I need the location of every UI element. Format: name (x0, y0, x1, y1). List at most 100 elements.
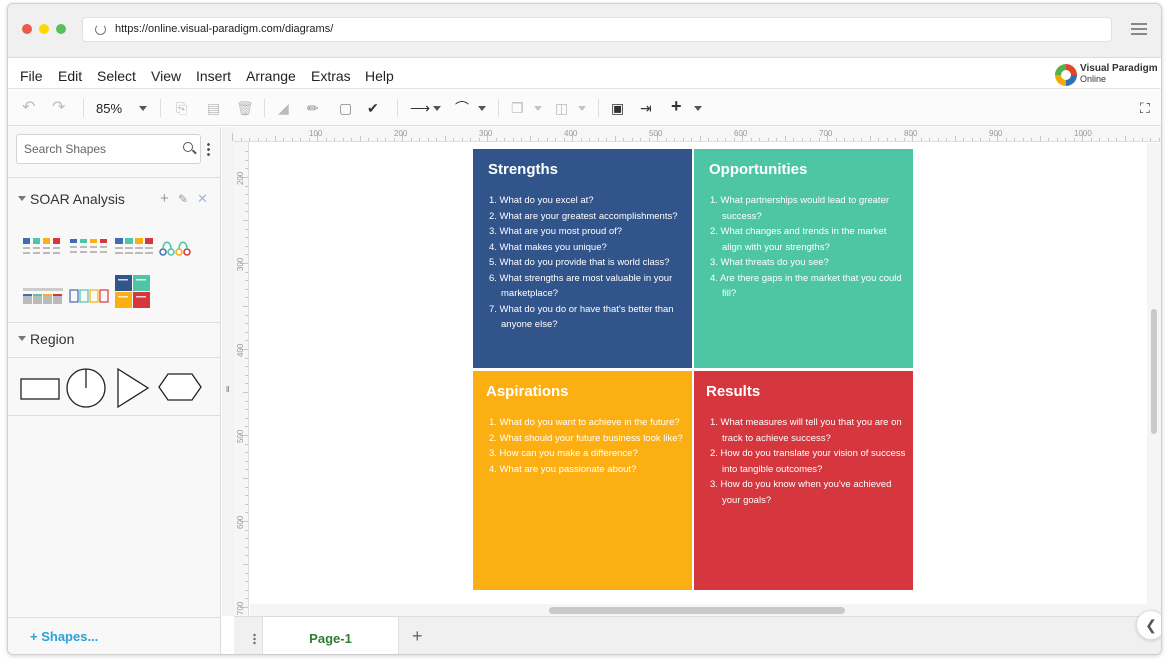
more-shapes-button[interactable]: + Shapes... (30, 629, 98, 644)
ruler-tick (461, 138, 463, 141)
ruler-tick (521, 138, 522, 141)
ruler-tick (283, 138, 284, 141)
ruler-tick (257, 138, 259, 141)
ruler-tick (245, 314, 248, 316)
ruler-tick (1150, 138, 1151, 141)
paste-icon[interactable]: ▤ (207, 100, 220, 116)
menu-arrange[interactable]: Arrange (246, 68, 296, 84)
collapse-triangle-icon[interactable] (18, 196, 26, 201)
insert-icon[interactable]: + (671, 97, 682, 115)
menu-help[interactable]: Help (365, 68, 394, 84)
circle-region-shape[interactable] (65, 367, 107, 411)
menu-view[interactable]: View (151, 68, 181, 84)
soar-template-thumb-3[interactable] (114, 234, 154, 260)
ruler-tick (835, 138, 837, 141)
format-painter-icon[interactable]: ✔ (367, 100, 379, 116)
menu-insert[interactable]: Insert (196, 68, 231, 84)
ruler-tick (776, 138, 777, 141)
section-title[interactable]: Region (30, 331, 74, 347)
question-item: 3. How do you know when you've achieved … (710, 479, 892, 506)
soar-template-thumb-7[interactable] (114, 274, 154, 310)
menu-extras[interactable]: Extras (311, 68, 351, 84)
horizontal-scroll-thumb[interactable] (549, 607, 845, 614)
section-soar-analysis[interactable]: SOAR Analysis + ✎ ✕ (8, 184, 221, 214)
ruler-tick (750, 138, 752, 141)
splitter-grip-icon[interactable]: ‖ (226, 385, 229, 394)
panel-splitter[interactable]: ‖ (222, 127, 234, 616)
ruler-tick (385, 138, 386, 141)
page-tab[interactable]: Page-1 (262, 617, 399, 654)
vertical-scrollbar[interactable] (1147, 143, 1161, 616)
soar-template-thumb-1[interactable] (22, 234, 64, 260)
collapse-triangle-icon[interactable] (18, 336, 26, 341)
connector-style-dropdown-icon[interactable] (433, 106, 441, 111)
menu-edit[interactable]: Edit (58, 68, 82, 84)
edit-icon[interactable]: ✎ (178, 192, 188, 206)
insert-dropdown-icon[interactable] (694, 106, 702, 111)
toolbar: ↶ ↷ 85% ⎘ ▤ 🗑 ◢ ✏ ▢ ✔ ⟶ ⌒ ❐ ◫ ▣ ⇥ + ⛶ (8, 90, 1161, 126)
undo-icon[interactable]: ↶ (22, 100, 35, 116)
quadrant-results[interactable]: Results 1. What measures will tell you t… (694, 371, 913, 590)
arrange-order-dropdown-icon[interactable] (534, 106, 542, 111)
collapse-panel-icon[interactable]: ❮ (1136, 610, 1161, 640)
ruler-tick (988, 138, 990, 141)
address-bar[interactable]: https://online.visual-paradigm.com/diagr… (82, 17, 1112, 42)
waypoint-style-dropdown-icon[interactable] (478, 106, 486, 111)
quadrant-question-list: 1. What do you want to achieve in the fu… (489, 415, 685, 477)
shadow-icon[interactable]: ▢ (339, 100, 352, 116)
maximize-window-dot[interactable] (56, 24, 66, 34)
ruler-tick (376, 138, 378, 141)
zoom-dropdown-icon[interactable] (139, 106, 147, 111)
section-title[interactable]: SOAR Analysis (30, 191, 125, 207)
quadrant-opportunities[interactable]: Opportunities 1. What partnerships would… (694, 149, 913, 368)
quadrant-aspirations[interactable]: Aspirations 1. What do you want to achie… (473, 371, 692, 590)
url-text[interactable]: https://online.visual-paradigm.com/diagr… (115, 23, 333, 35)
distribute-icon[interactable]: ⇥ (640, 100, 652, 116)
close-window-dot[interactable] (22, 24, 32, 34)
horizontal-scrollbar[interactable] (250, 604, 1147, 616)
triangle-region-shape[interactable] (116, 367, 150, 411)
ruler-tick (818, 138, 820, 141)
page-menu-icon[interactable] (253, 633, 256, 645)
arrange-order-icon[interactable]: ❐ (511, 100, 524, 116)
add-page-icon[interactable]: + (412, 626, 423, 647)
align-icon[interactable]: ◫ (555, 100, 568, 116)
menu-file[interactable]: File (20, 68, 43, 84)
browser-menu-icon[interactable] (1131, 23, 1147, 35)
logo-name: Visual Paradigm (1080, 63, 1158, 74)
fill-color-icon[interactable]: ◢ (278, 100, 289, 116)
ruler-tick (245, 598, 248, 600)
rectangle-region-shape[interactable] (20, 371, 60, 411)
ruler-tick (245, 151, 248, 153)
diagram-canvas[interactable]: Strengths 1. What do you excel at? 2. Wh… (250, 143, 1147, 604)
add-icon[interactable]: + (160, 190, 169, 207)
soar-template-thumb-6[interactable] (69, 282, 109, 308)
panel-options-icon[interactable] (207, 142, 210, 156)
fit-to-page-icon[interactable]: ▣ (611, 100, 624, 116)
vertical-scroll-thumb[interactable] (1151, 309, 1157, 434)
menu-select[interactable]: Select (97, 68, 136, 84)
section-region[interactable]: Region (8, 324, 221, 354)
reload-icon[interactable] (95, 24, 106, 35)
question-item: 3. How can you make a difference? (489, 448, 638, 459)
redo-icon[interactable]: ↷ (52, 100, 65, 116)
delete-icon[interactable]: 🗑 (236, 100, 254, 116)
close-icon[interactable]: ✕ (197, 191, 208, 207)
minimize-window-dot[interactable] (39, 24, 49, 34)
page-tab-label[interactable]: Page-1 (263, 631, 398, 646)
soar-template-thumb-4[interactable] (159, 234, 193, 260)
copy-icon[interactable]: ⎘ (176, 100, 187, 116)
connector-style-icon[interactable]: ⟶ (410, 100, 430, 116)
hexagon-region-shape[interactable] (158, 373, 202, 403)
waypoint-style-icon[interactable]: ⌒ (455, 100, 469, 116)
quadrant-strengths[interactable]: Strengths 1. What do you excel at? 2. Wh… (473, 149, 692, 368)
align-dropdown-icon[interactable] (578, 106, 586, 111)
ruler-tick (648, 138, 650, 141)
search-icon[interactable] (183, 142, 193, 152)
line-color-icon[interactable]: ✏ (307, 100, 319, 116)
soar-template-thumb-2[interactable] (69, 234, 109, 260)
soar-template-thumb-5[interactable] (22, 282, 64, 308)
search-shapes-input[interactable] (16, 134, 201, 164)
fullscreen-icon[interactable]: ⛶ (1140, 100, 1150, 116)
zoom-level[interactable]: 85% (96, 101, 122, 116)
